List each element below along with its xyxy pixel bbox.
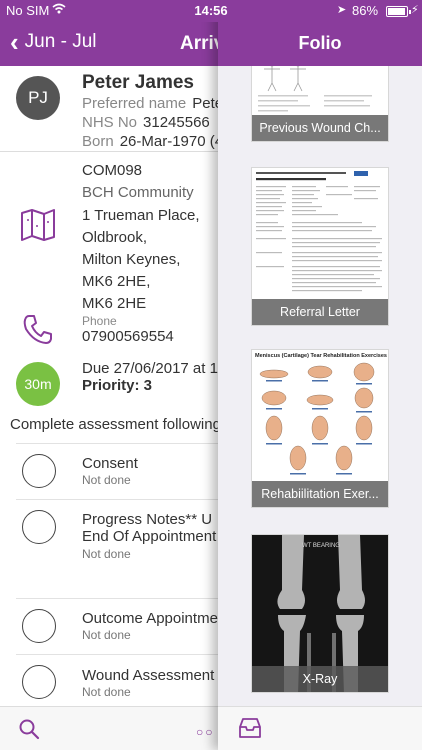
task-checkbox[interactable] <box>22 665 56 699</box>
search-icon[interactable] <box>18 718 40 740</box>
document-caption: Rehabiilitation Exer... <box>252 481 388 507</box>
task-status: Not done <box>82 473 131 487</box>
chevron-left-icon: ‹ <box>10 27 19 57</box>
task-checkbox[interactable] <box>22 510 56 544</box>
back-button[interactable]: ‹ Jun - Jul <box>10 27 97 57</box>
duration-badge: 30m <box>16 362 60 406</box>
location-arrow-icon: ➤ <box>337 4 347 16</box>
location-block: COM098 BCH Community <box>82 160 194 204</box>
address-line: 1 Trueman Place, <box>82 207 200 224</box>
preferred-name-label: Preferred name <box>82 95 187 112</box>
charging-bolt-icon: ⚡ <box>411 4 419 16</box>
more-icon[interactable]: ○○ <box>196 725 215 739</box>
location-code: COM098 <box>82 162 143 179</box>
address-line: MK6 2HE, <box>82 273 151 290</box>
task-name: Outcome Appointme <box>82 610 218 627</box>
preferred-name-row: Preferred name Pete <box>82 95 223 112</box>
patient-name: Peter James <box>82 72 194 93</box>
instructions-text: Complete assessment following <box>10 416 221 433</box>
location-name: BCH Community <box>82 184 194 201</box>
document-thumbnail-xray[interactable]: WT BEARING X-Ray <box>251 534 389 693</box>
folio-title: Folio <box>218 22 422 66</box>
priority-label: Priority: 3 <box>82 377 153 394</box>
document-thumbnail-referral-letter[interactable]: Referral Letter <box>251 167 389 326</box>
address[interactable]: 1 Trueman Place, Oldbrook, Milton Keynes… <box>82 205 200 315</box>
nhs-number-label: NHS No <box>82 114 138 131</box>
address-line: MK6 2HE <box>82 295 147 312</box>
avatar: PJ <box>16 76 60 120</box>
task-name: Consent <box>82 455 138 472</box>
address-line: Oldbrook, <box>82 229 148 246</box>
document-caption: X-Ray <box>252 666 388 692</box>
nhs-number-value: 31245566 <box>143 114 210 131</box>
rehab-sheet-title: Meniscus (Cartilage) Tear Rehabilitation… <box>255 353 387 359</box>
document-thumbnail-wound-chart[interactable]: Previous Wound Ch... <box>251 66 389 142</box>
inbox-tray-icon[interactable] <box>238 717 262 739</box>
born-label: Born <box>82 133 114 150</box>
document-caption: Referral Letter <box>252 299 388 325</box>
folio-panel: Folio Previous Wound Ch... Referral Lett… <box>218 0 422 750</box>
nhs-number-row: NHS No 31245566 <box>82 114 210 131</box>
back-label: Jun - Jul <box>24 31 97 52</box>
born-row: Born 26-Mar-1970 (4 <box>82 133 223 150</box>
task-name-line2: End Of Appointment <box>82 528 217 545</box>
xray-image-label: WT BEARING <box>302 543 340 549</box>
status-bar: No SIM 14:56 ➤ 86% ⚡ <box>0 0 422 22</box>
due-date: Due 27/06/2017 at 1 <box>82 360 218 377</box>
document-thumbnail-rehab-exercises[interactable]: Meniscus (Cartilage) Tear Rehabilitation… <box>251 349 389 508</box>
battery-icon <box>386 6 411 17</box>
task-status: Not done <box>82 628 131 642</box>
task-checkbox[interactable] <box>22 609 56 643</box>
task-status: Not done <box>82 547 131 561</box>
phone-icon[interactable] <box>22 313 54 345</box>
task-checkbox[interactable] <box>22 454 56 488</box>
map-icon[interactable] <box>20 208 56 242</box>
born-value: 26-Mar-1970 (4 <box>119 133 224 150</box>
battery-percent: 86% <box>352 3 379 18</box>
task-status: Not done <box>82 685 131 699</box>
task-name: Progress Notes** U <box>82 511 213 528</box>
document-caption: Previous Wound Ch... <box>252 115 388 141</box>
phone-number[interactable]: 07900569554 <box>82 328 174 345</box>
address-line: Milton Keynes, <box>82 251 181 268</box>
phone-label: Phone <box>82 314 117 328</box>
task-name: Wound Assessment <box>82 667 215 684</box>
folio-toolbar <box>218 706 422 750</box>
folio-document-list: Previous Wound Ch... Referral Letter Men… <box>218 66 422 706</box>
